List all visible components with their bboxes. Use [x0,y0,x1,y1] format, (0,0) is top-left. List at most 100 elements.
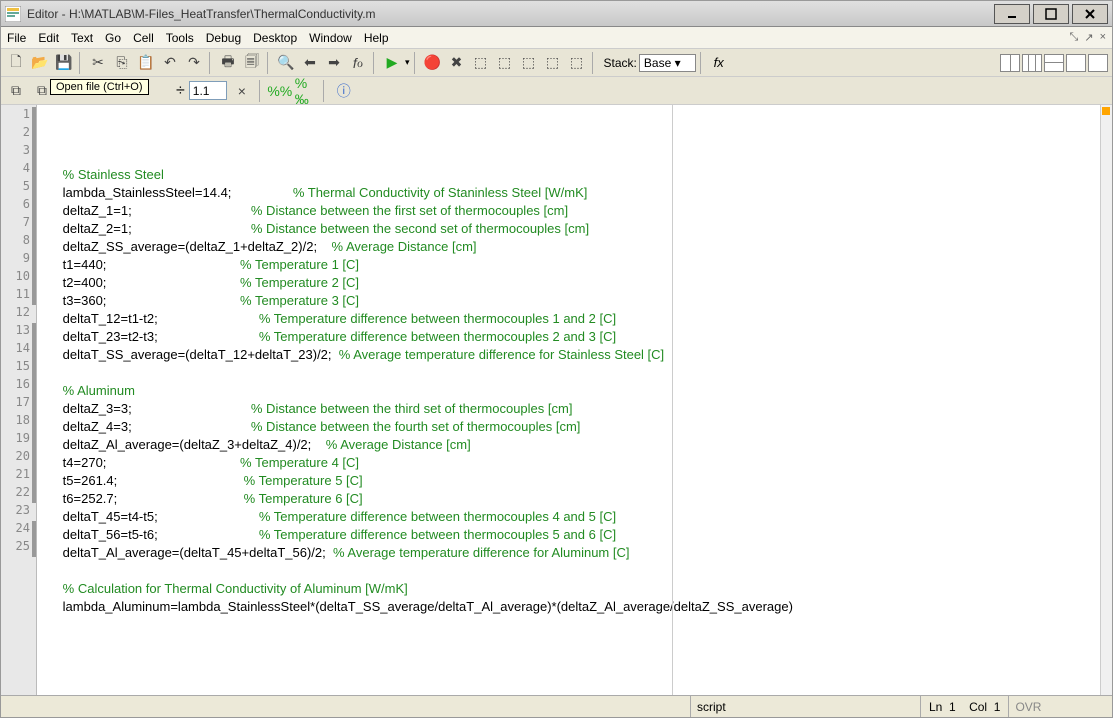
code-line[interactable]: deltaT_12=t1-t2; % Temperature differenc… [41,311,1112,329]
publish2-icon[interactable]: %‰ [295,80,317,102]
line-gutter[interactable]: 1234567891011121314151617181920212223242… [1,105,37,695]
line-number[interactable]: 13 [1,323,36,341]
code-line[interactable]: deltaT_56=t5-t6; % Temperature differenc… [41,527,1112,545]
set-breakpoint-icon[interactable]: 🔴 [422,52,444,74]
tile-5-icon[interactable] [1088,54,1108,72]
step-in-icon[interactable]: ⬚ [494,52,516,74]
line-number[interactable]: 10 [1,269,36,287]
stack-select[interactable]: Base ▾ [639,54,696,72]
cell-insert-icon[interactable]: ⧉ [5,80,27,102]
dock-icon[interactable]: ⤡ [1070,31,1079,44]
tile-1-icon[interactable] [1000,54,1020,72]
code-line[interactable]: % Aluminum [41,383,1112,401]
line-number[interactable]: 4 [1,161,36,179]
code-line[interactable]: deltaT_23=t2-t3; % Temperature differenc… [41,329,1112,347]
paste-icon[interactable]: 📋 [135,52,157,74]
code-line[interactable]: deltaZ_SS_average=(deltaZ_1+deltaZ_2)/2;… [41,239,1112,257]
open-file-icon[interactable]: 📂 [29,52,51,74]
line-number[interactable]: 18 [1,413,36,431]
print-preview-icon[interactable]: 🗐 [241,52,263,74]
line-number[interactable]: 6 [1,197,36,215]
code-line[interactable]: t1=440; % Temperature 1 [C] [41,257,1112,275]
minimize-button[interactable] [994,4,1030,24]
code-text[interactable]: % Stainless Steel lambda_StainlessSteel=… [37,105,1112,695]
line-number[interactable]: 1 [1,107,36,125]
step-icon[interactable]: ⬚ [470,52,492,74]
code-line[interactable]: deltaZ_4=3; % Distance between the fourt… [41,419,1112,437]
line-number[interactable]: 5 [1,179,36,197]
clear-breakpoints-icon[interactable]: ✖ [446,52,468,74]
line-number[interactable]: 8 [1,233,36,251]
line-number[interactable]: 14 [1,341,36,359]
maximize-button[interactable] [1033,4,1069,24]
code-line[interactable]: deltaZ_1=1; % Distance between the first… [41,203,1112,221]
publish-icon[interactable]: %% [269,80,291,102]
code-line[interactable]: lambda_Aluminum=lambda_StainlessSteel*(d… [41,599,1112,617]
code-line[interactable] [41,365,1112,383]
code-line[interactable] [41,563,1112,581]
menu-tools[interactable]: Tools [166,31,194,45]
code-line[interactable]: t5=261.4; % Temperature 5 [C] [41,473,1112,491]
line-number[interactable]: 17 [1,395,36,413]
code-line[interactable]: t2=400; % Temperature 2 [C] [41,275,1112,293]
line-number[interactable]: 19 [1,431,36,449]
code-line[interactable]: lambda_StainlessSteel=14.4; % Thermal Co… [41,185,1112,203]
line-number[interactable]: 23 [1,503,36,521]
code-line[interactable]: t6=252.7; % Temperature 6 [C] [41,491,1112,509]
close-button[interactable] [1072,4,1108,24]
undock-icon[interactable]: ↗ [1084,31,1093,44]
line-number[interactable]: 3 [1,143,36,161]
code-line[interactable]: t3=360; % Temperature 3 [C] [41,293,1112,311]
continue-icon[interactable]: ⬚ [542,52,564,74]
line-number[interactable]: 11 [1,287,36,305]
line-number[interactable]: 20 [1,449,36,467]
info-icon[interactable]: ⓘ [333,80,355,102]
line-number[interactable]: 21 [1,467,36,485]
save-icon[interactable]: 💾 [53,52,75,74]
run-icon[interactable]: ▶ [381,52,403,74]
times-icon[interactable]: × [231,80,253,102]
redo-icon[interactable]: ↷ [183,52,205,74]
run-dropdown-icon[interactable]: ▾ [405,57,410,68]
function-hint-icon[interactable]: fℴ [347,52,369,74]
line-number[interactable]: 12 [1,305,36,323]
menu-debug[interactable]: Debug [206,31,241,45]
cut-icon[interactable]: ✂ [87,52,109,74]
nav-back-icon[interactable]: ⬅ [299,52,321,74]
menu-text[interactable]: Text [71,31,93,45]
exit-debug-icon[interactable]: ⬚ [566,52,588,74]
line-number[interactable]: 7 [1,215,36,233]
menu-file[interactable]: File [7,31,26,45]
find-icon[interactable]: 🔍 [275,52,297,74]
new-file-icon[interactable]: 🗋 [5,52,27,74]
step-out-icon[interactable]: ⬚ [518,52,540,74]
code-line[interactable]: deltaT_45=t4-t5; % Temperature differenc… [41,509,1112,527]
menu-desktop[interactable]: Desktop [253,31,297,45]
code-line[interactable]: deltaZ_3=3; % Distance between the third… [41,401,1112,419]
tile-3-icon[interactable] [1044,54,1064,72]
code-line[interactable]: % Calculation for Thermal Conductivity o… [41,581,1112,599]
tile-4-icon[interactable] [1066,54,1086,72]
menu-window[interactable]: Window [309,31,352,45]
copy-icon[interactable]: ⎘ [111,52,133,74]
tile-2-icon[interactable] [1022,54,1042,72]
code-line[interactable]: deltaT_Al_average=(deltaT_45+deltaT_56)/… [41,545,1112,563]
print-icon[interactable]: 🖶 [217,52,239,74]
line-number[interactable]: 15 [1,359,36,377]
menu-edit[interactable]: Edit [38,31,59,45]
increment-input[interactable] [189,81,227,100]
line-number[interactable]: 24 [1,521,36,539]
nav-forward-icon[interactable]: ➡ [323,52,345,74]
menu-go[interactable]: Go [105,31,121,45]
code-warning-marker[interactable] [1102,107,1110,115]
line-number[interactable]: 2 [1,125,36,143]
undo-icon[interactable]: ↶ [159,52,181,74]
code-line[interactable]: deltaZ_2=1; % Distance between the secon… [41,221,1112,239]
code-analyzer-strip[interactable] [1100,105,1112,695]
menu-cell[interactable]: Cell [133,31,154,45]
code-line[interactable]: % Stainless Steel [41,167,1112,185]
line-number[interactable]: 25 [1,539,36,557]
panel-close-icon[interactable]: × [1100,31,1106,44]
code-line[interactable]: deltaT_SS_average=(deltaT_12+deltaT_23)/… [41,347,1112,365]
line-number[interactable]: 22 [1,485,36,503]
